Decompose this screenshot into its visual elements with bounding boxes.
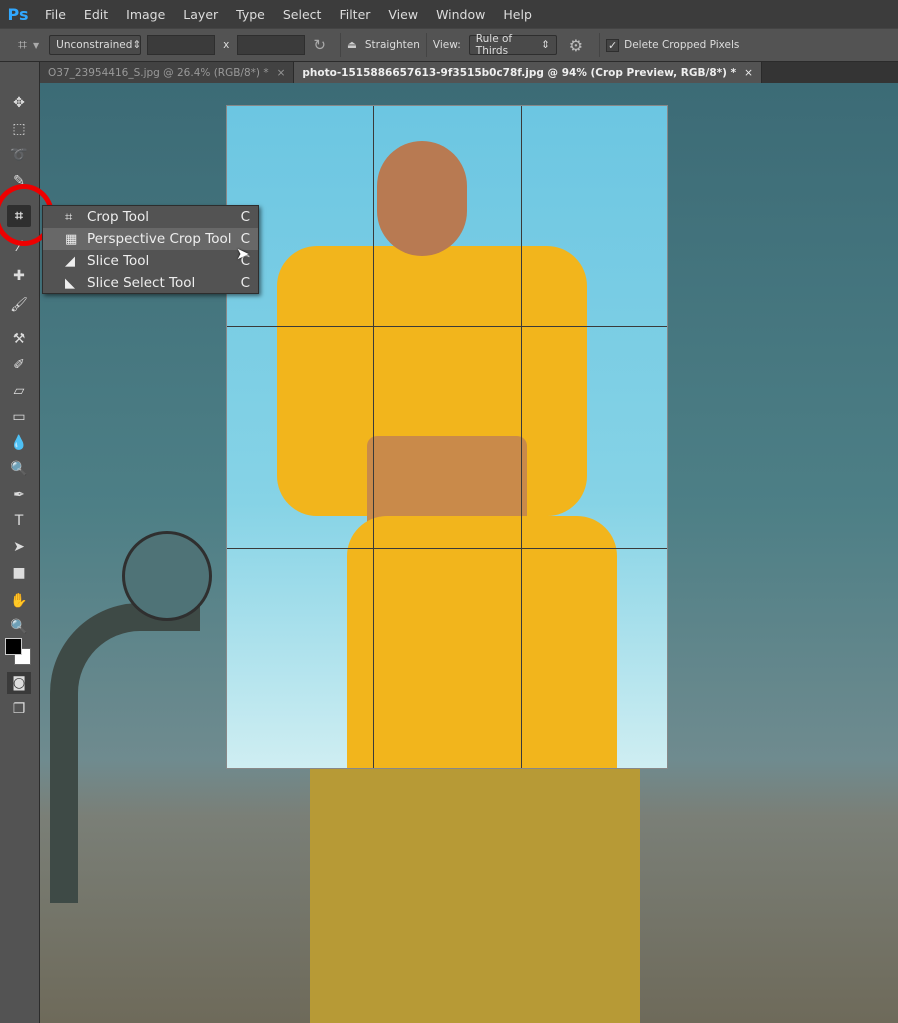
crop-tools-flyout: ⌗ Crop Tool C ▦ Perspective Crop Tool C ◢ Sli… bbox=[42, 205, 259, 294]
photoshop-logo: Ps bbox=[7, 4, 29, 24]
view-label: View: bbox=[432, 39, 461, 51]
divider bbox=[339, 33, 341, 57]
eraser-tool-icon[interactable]: ▱ bbox=[7, 380, 31, 402]
menu-type[interactable]: Type bbox=[227, 7, 274, 22]
path-select-tool-icon[interactable]: ➤ bbox=[7, 536, 31, 558]
menu-file[interactable]: File bbox=[36, 7, 75, 22]
menu-image[interactable]: Image bbox=[117, 7, 174, 22]
menu-item-crop-tool[interactable]: ⌗ Crop Tool C bbox=[43, 206, 258, 228]
tab-document-1[interactable]: O37_23954416_S.jpg @ 26.4% (RGB/8*) * × bbox=[40, 62, 295, 83]
chevron-down-icon[interactable]: ▼ bbox=[33, 41, 39, 50]
menu-window[interactable]: Window bbox=[427, 7, 494, 22]
perspective-crop-icon: ▦ bbox=[65, 231, 78, 247]
basketball-hoop bbox=[50, 603, 200, 903]
divider bbox=[425, 33, 427, 57]
healing-tool-icon[interactable]: ✚ bbox=[7, 265, 31, 287]
options-bar: ⌗ ▼ Unconstrained ⇕ x ↻ ⏏ Straighten View… bbox=[0, 28, 898, 62]
updown-icon: ⇕ bbox=[132, 39, 142, 51]
gear-icon[interactable]: ⚙ bbox=[569, 36, 583, 55]
marquee-tool-icon[interactable]: ⬚ bbox=[7, 118, 31, 140]
delete-cropped-label: Delete Cropped Pixels bbox=[624, 39, 740, 51]
tab-document-2[interactable]: photo-1515886657613-9f3515b0c78f.jpg @ 9… bbox=[294, 62, 762, 83]
gradient-tool-icon[interactable]: ▭ bbox=[7, 406, 31, 428]
close-icon[interactable]: × bbox=[277, 67, 286, 79]
swap-icon[interactable]: ↻ bbox=[313, 36, 326, 54]
grid-line-v2 bbox=[521, 106, 522, 768]
head bbox=[377, 141, 467, 256]
dodge-tool-icon[interactable]: 🔍 bbox=[7, 458, 31, 480]
divider bbox=[599, 33, 601, 57]
screen-mode-icon[interactable]: ❐ bbox=[7, 698, 31, 720]
pen-tool-icon[interactable]: ✒ bbox=[7, 484, 31, 506]
brush-tool-icon[interactable]: 🖌 bbox=[7, 294, 31, 316]
shape-tool-icon[interactable]: ■ bbox=[7, 562, 31, 584]
crop-icon: ⌗ bbox=[65, 209, 73, 225]
blur-tool-icon[interactable]: 💧 bbox=[7, 432, 31, 454]
width-field[interactable] bbox=[147, 35, 216, 55]
menu-view[interactable]: View bbox=[379, 7, 427, 22]
history-brush-tool-icon[interactable]: ✐ bbox=[7, 354, 31, 376]
crop-preset-icon[interactable]: ⌗ bbox=[18, 35, 27, 55]
lasso-tool-icon[interactable]: ➰ bbox=[7, 144, 31, 166]
quick-mask-icon[interactable]: ◙ bbox=[7, 672, 31, 694]
close-icon[interactable]: × bbox=[744, 67, 753, 79]
crop-preview-area[interactable] bbox=[226, 105, 668, 769]
menu-select[interactable]: Select bbox=[274, 7, 331, 22]
move-tool-icon[interactable]: ✥ bbox=[7, 92, 31, 114]
x-label: x bbox=[223, 39, 230, 51]
pants bbox=[347, 516, 617, 768]
updown-icon: ⇕ bbox=[540, 39, 550, 51]
menu-layer[interactable]: Layer bbox=[174, 7, 227, 22]
view-select[interactable]: Rule of Thirds ⇕ bbox=[468, 33, 557, 57]
menu-filter[interactable]: Filter bbox=[330, 7, 379, 22]
slice-select-icon: ◣ bbox=[65, 275, 75, 291]
zoom-tool-icon[interactable]: 🔍 bbox=[7, 616, 31, 638]
grid-line-v1 bbox=[373, 106, 374, 768]
type-tool-icon[interactable]: T bbox=[7, 510, 31, 532]
straighten-icon[interactable]: ⏏ bbox=[347, 39, 357, 51]
hoop-backboard bbox=[122, 531, 212, 621]
slice-icon: ◢ bbox=[65, 253, 75, 269]
straighten-button[interactable]: Straighten bbox=[365, 39, 420, 51]
document-tabs: O37_23954416_S.jpg @ 26.4% (RGB/8*) * × p… bbox=[40, 62, 898, 83]
menu-help[interactable]: Help bbox=[494, 7, 541, 22]
delete-cropped-checkbox[interactable]: ✓ bbox=[606, 38, 620, 52]
hand-tool-icon[interactable]: ✋ bbox=[7, 590, 31, 612]
ratio-select[interactable]: Unconstrained ⇕ bbox=[49, 35, 141, 55]
menu-edit[interactable]: Edit bbox=[75, 7, 117, 22]
menu-item-perspective-crop-tool[interactable]: ▦ Perspective Crop Tool C bbox=[43, 228, 258, 250]
legs-outside bbox=[310, 763, 640, 1023]
grid-line-h2 bbox=[227, 548, 667, 549]
clone-stamp-tool-icon[interactable]: ⚒ bbox=[7, 328, 31, 350]
menu-item-slice-select-tool[interactable]: ◣ Slice Select Tool C bbox=[43, 272, 258, 294]
mouse-cursor-icon: ➤ bbox=[236, 244, 250, 263]
grid-line-h1 bbox=[227, 326, 667, 327]
height-field[interactable] bbox=[237, 35, 306, 55]
menu-item-slice-tool[interactable]: ◢ Slice Tool C bbox=[43, 250, 258, 272]
menu-bar: Ps File Edit Image Layer Type Select Fil… bbox=[0, 0, 898, 28]
foreground-color-swatch[interactable] bbox=[5, 638, 22, 655]
